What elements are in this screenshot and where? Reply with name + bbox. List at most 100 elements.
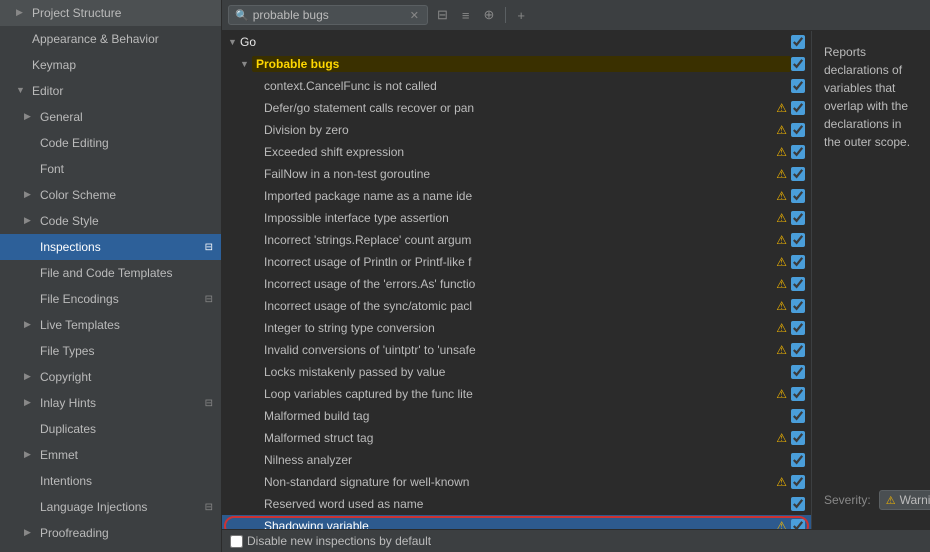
tree-item-cancel-func[interactable]: context.CancelFunc is not called: [222, 75, 811, 97]
tree-item-incorrect-errors-as[interactable]: Incorrect usage of the 'errors.As' funct…: [222, 273, 811, 295]
sidebar-item-code-style[interactable]: ▶ Code Style: [0, 208, 221, 234]
tree-item-malformed-struct[interactable]: Malformed struct tag ⚠: [222, 427, 811, 449]
disable-new-inspections-label[interactable]: Disable new inspections by default: [230, 534, 431, 548]
tree-item-label: Exceeded shift expression: [264, 145, 776, 159]
arrow-icon: ▶: [24, 214, 34, 228]
tree-item-checkbox[interactable]: [791, 277, 805, 291]
tree-item-label: Shadowing variable: [264, 519, 776, 529]
sidebar-item-label: File Types: [40, 342, 94, 360]
tree-item-malformed-build[interactable]: Malformed build tag: [222, 405, 811, 427]
severity-dropdown[interactable]: ⚠ Warning ▼: [879, 490, 930, 510]
sidebar-item-live-templates[interactable]: ▶ Live Templates: [0, 312, 221, 338]
sidebar-item-inspections[interactable]: Inspections ⊟: [0, 234, 221, 260]
tree-item-checkbox[interactable]: [791, 211, 805, 225]
tree-item-checkbox[interactable]: [791, 387, 805, 401]
disable-new-inspections-checkbox[interactable]: [230, 535, 243, 548]
sidebar-item-file-code-templates[interactable]: File and Code Templates: [0, 260, 221, 286]
tree-item-checkbox[interactable]: [791, 343, 805, 357]
tree-item-checkbox[interactable]: [791, 497, 805, 511]
tree-item-checkbox[interactable]: [791, 79, 805, 93]
sidebar-item-proofreading[interactable]: ▶ Proofreading: [0, 520, 221, 546]
tree-item-checkbox[interactable]: [791, 233, 805, 247]
tree-item-label: Imported package name as a name ide: [264, 189, 776, 203]
tree-item-label: Division by zero: [264, 123, 776, 137]
sidebar-item-font[interactable]: Font: [0, 156, 221, 182]
tree-item-label: Incorrect usage of the 'errors.As' funct…: [264, 277, 776, 291]
tree-item-checkbox[interactable]: [791, 321, 805, 335]
sidebar-item-appearance[interactable]: Appearance & Behavior: [0, 26, 221, 52]
tree-item-division[interactable]: Division by zero ⚠: [222, 119, 811, 141]
sidebar-item-label: Appearance & Behavior: [32, 30, 159, 48]
sidebar-item-intentions[interactable]: Intentions: [0, 468, 221, 494]
sidebar-item-copyright[interactable]: ▶ Copyright: [0, 364, 221, 390]
filter-button[interactable]: ⊟: [432, 4, 453, 26]
tree-item-invalid-conversions[interactable]: Invalid conversions of 'uintptr' to 'uns…: [222, 339, 811, 361]
tree-item-impossible-interface[interactable]: Impossible interface type assertion ⚠: [222, 207, 811, 229]
tree-item-loop-vars[interactable]: Loop variables captured by the func lite…: [222, 383, 811, 405]
tree-item-checkbox[interactable]: [791, 519, 805, 529]
sidebar-item-file-types[interactable]: File Types: [0, 338, 221, 364]
arrow-icon: ▶: [24, 526, 34, 540]
tree-item-checkbox[interactable]: [791, 255, 805, 269]
sidebar-item-emmet[interactable]: ▶ Emmet: [0, 442, 221, 468]
expand-all-button[interactable]: ≡: [457, 5, 475, 26]
sidebar-item-project-structure[interactable]: ▶ Project Structure: [0, 0, 221, 26]
sidebar-item-color-scheme[interactable]: ▶ Color Scheme: [0, 182, 221, 208]
sidebar-item-file-encodings[interactable]: File Encodings ⊟: [0, 286, 221, 312]
injection-icon: ⊟: [205, 500, 213, 515]
sidebar-item-general[interactable]: ▶ General: [0, 104, 221, 130]
sidebar-item-keymap[interactable]: Keymap: [0, 52, 221, 78]
clear-search-button[interactable]: ✕: [408, 9, 421, 22]
tree-item-checkbox[interactable]: [791, 123, 805, 137]
sidebar-item-editor[interactable]: ▼ Editor: [0, 78, 221, 104]
tree-item-defer-go[interactable]: Defer/go statement calls recover or pan …: [222, 97, 811, 119]
sidebar-item-reader-mode[interactable]: Reader Mode: [0, 546, 221, 552]
warning-icon: ⚠: [776, 277, 787, 291]
severity-label: Severity:: [824, 493, 871, 507]
sidebar-item-inlay-hints[interactable]: ▶ Inlay Hints ⊟: [0, 390, 221, 416]
tree-item-checkbox[interactable]: [791, 145, 805, 159]
tree-item-checkbox[interactable]: [791, 299, 805, 313]
tree-item-non-standard[interactable]: Non-standard signature for well-known ⚠: [222, 471, 811, 493]
search-box[interactable]: 🔍 ✕: [228, 5, 428, 25]
tree-item-checkbox[interactable]: [791, 167, 805, 181]
tree-item-probable-bugs[interactable]: ▼ Probable bugs: [222, 53, 811, 75]
tree-item-checkbox[interactable]: [791, 189, 805, 203]
sidebar-item-language-injections[interactable]: Language Injections ⊟: [0, 494, 221, 520]
add-button[interactable]: +: [512, 5, 530, 26]
tree-item-integer-to-string[interactable]: Integer to string type conversion ⚠: [222, 317, 811, 339]
severity-row: Severity: ⚠ Warning ▼ In All Scopes ▼: [824, 483, 918, 517]
collapse-all-button[interactable]: ⊕: [479, 4, 500, 26]
tree-item-checkbox[interactable]: [791, 101, 805, 115]
tree-item-incorrect-sync[interactable]: Incorrect usage of the sync/atomic pacl …: [222, 295, 811, 317]
tree-item-imported-pkg[interactable]: Imported package name as a name ide ⚠: [222, 185, 811, 207]
tree-item-locks[interactable]: Locks mistakenly passed by value: [222, 361, 811, 383]
tree-item-nilness[interactable]: Nilness analyzer: [222, 449, 811, 471]
tree-item-failnow[interactable]: FailNow in a non-test goroutine ⚠: [222, 163, 811, 185]
warning-icon: ⚠: [776, 211, 787, 225]
tree-item-checkbox[interactable]: [791, 409, 805, 423]
arrow-icon: ▶: [24, 318, 34, 332]
settings-sidebar: ▶ Project Structure Appearance & Behavio…: [0, 0, 222, 552]
sidebar-item-label: Emmet: [40, 446, 78, 464]
tree-item-incorrect-println[interactable]: Incorrect usage of Println or Printf-lik…: [222, 251, 811, 273]
tree-item-exceeded-shift[interactable]: Exceeded shift expression ⚠: [222, 141, 811, 163]
tree-item-label: Invalid conversions of 'uintptr' to 'uns…: [264, 343, 776, 357]
tree-item-label: Malformed build tag: [264, 409, 791, 423]
tree-item-checkbox[interactable]: [791, 35, 805, 49]
tree-item-shadowing[interactable]: Shadowing variable ⚠: [222, 515, 811, 529]
tree-item-checkbox[interactable]: [791, 365, 805, 379]
tree-item-go[interactable]: ▼ Go: [222, 31, 811, 53]
tree-item-checkbox[interactable]: [791, 475, 805, 489]
tree-item-checkbox[interactable]: [791, 453, 805, 467]
sidebar-item-label: Project Structure: [32, 4, 121, 22]
tree-item-checkbox[interactable]: [791, 57, 805, 71]
search-input[interactable]: [253, 8, 404, 22]
tree-item-reserved-word[interactable]: Reserved word used as name: [222, 493, 811, 515]
arrow-icon: ▶: [24, 110, 34, 124]
tree-item-label: Nilness analyzer: [264, 453, 791, 467]
tree-item-incorrect-replace[interactable]: Incorrect 'strings.Replace' count argum …: [222, 229, 811, 251]
sidebar-item-code-editing[interactable]: Code Editing: [0, 130, 221, 156]
tree-item-checkbox[interactable]: [791, 431, 805, 445]
sidebar-item-duplicates[interactable]: Duplicates: [0, 416, 221, 442]
